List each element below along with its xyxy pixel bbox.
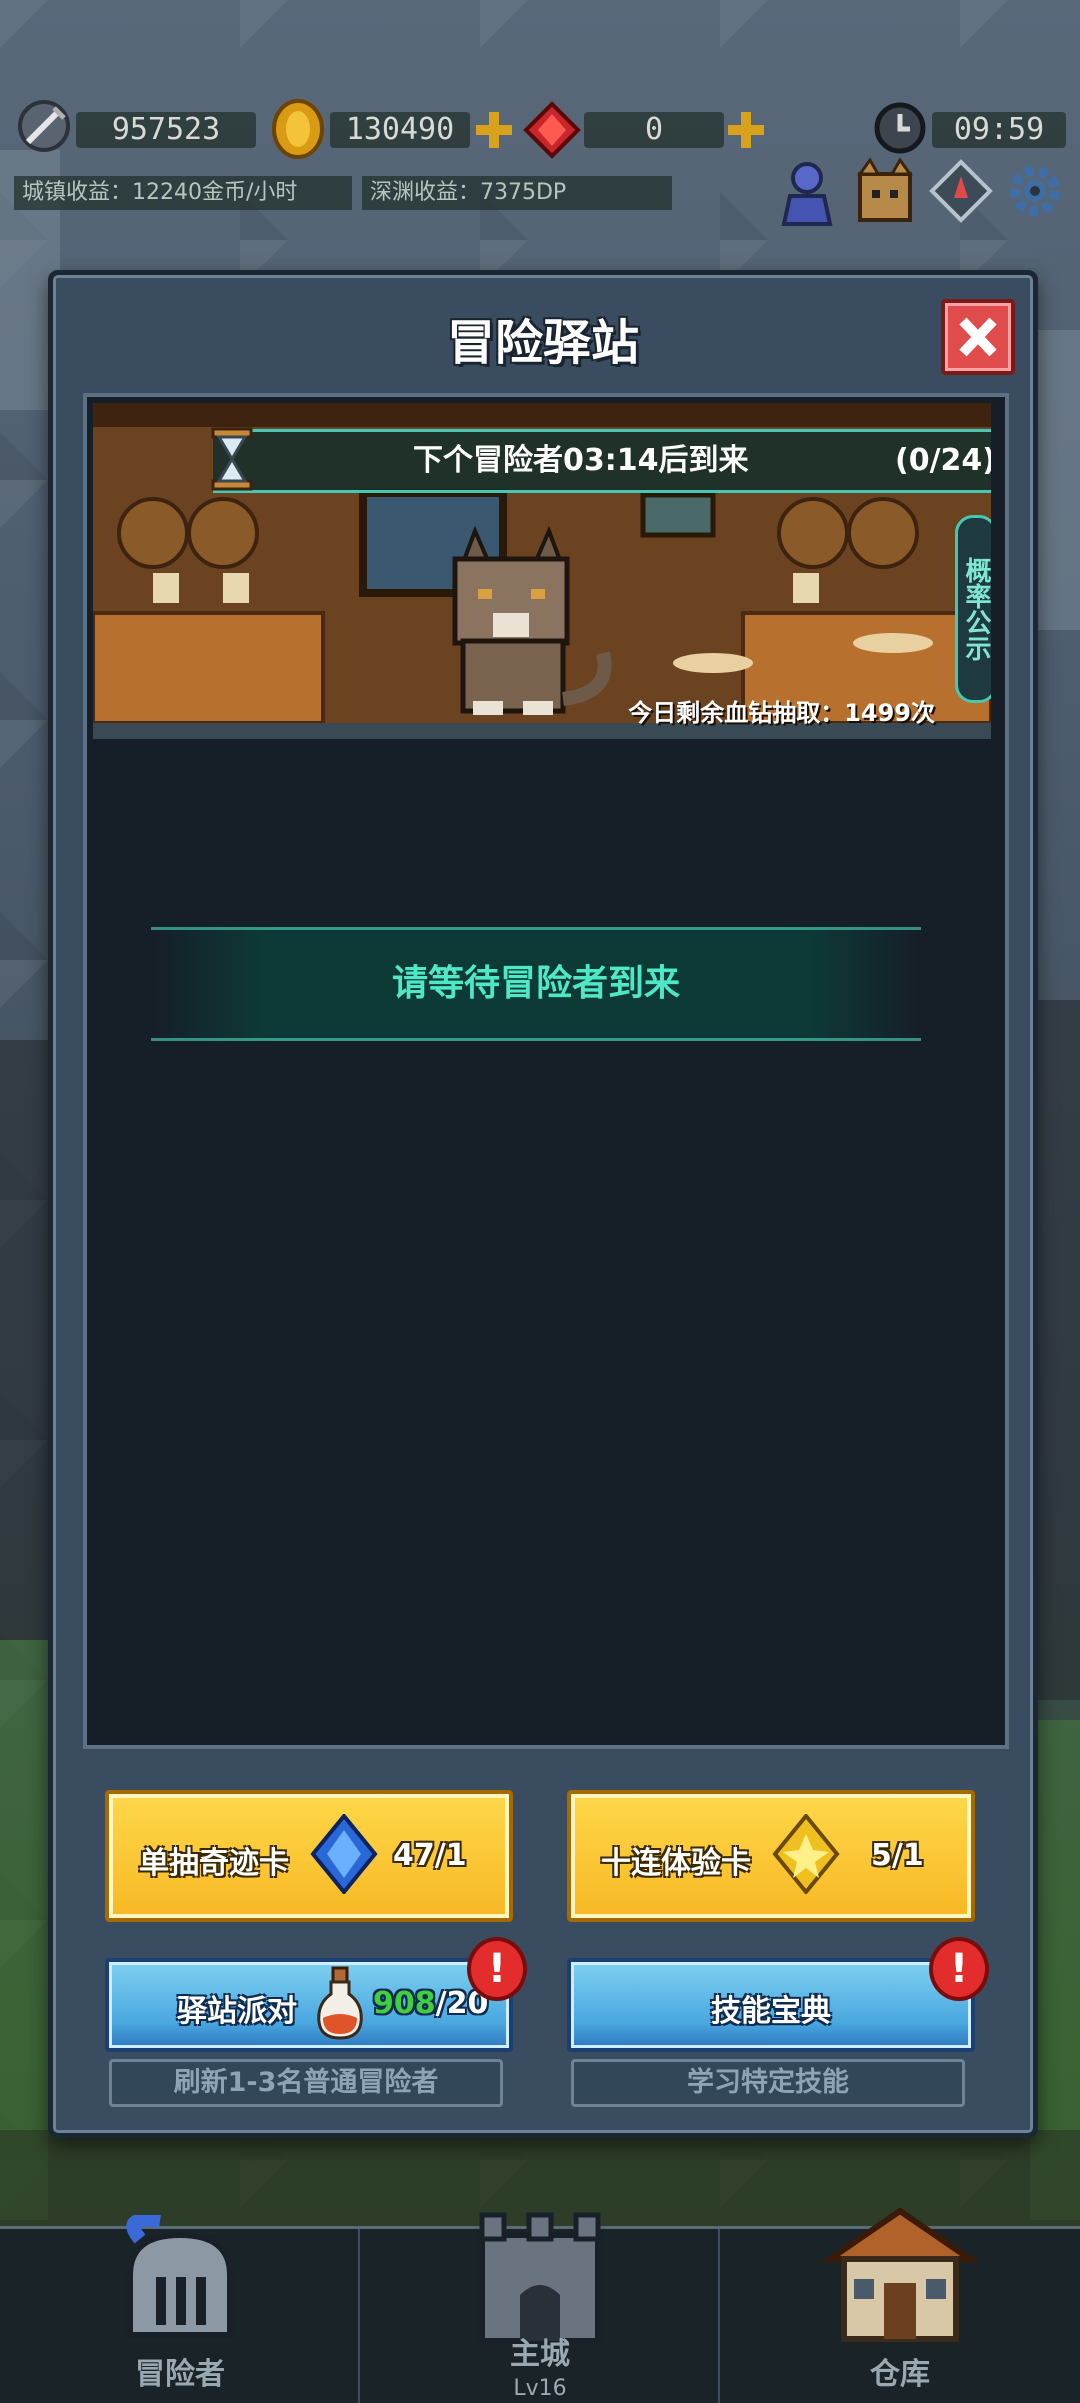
nav-main-city-level: Lv16: [513, 2376, 567, 2401]
single-draw-count: 47/1: [393, 1838, 467, 1873]
party-description: 刷新1-3名普通冒险者: [109, 2059, 503, 2107]
nav-warehouse[interactable]: 仓库: [720, 2207, 1080, 2403]
ten-draw-button[interactable]: 十连体验卡 5/1: [567, 1790, 975, 1922]
bottom-nav: 冒险者 主城 Lv16 仓库: [0, 2207, 1080, 2403]
arrival-timer-text: 下个冒险者03:14后到来: [413, 443, 749, 478]
nav-main-city-label: 主城: [510, 2337, 570, 2372]
town-income: 城镇收益：12240金币/小时: [14, 176, 352, 210]
gold-card-icon: [771, 1812, 841, 1896]
skill-description: 学习特定技能: [571, 2059, 965, 2107]
plus-icon[interactable]: [474, 108, 514, 152]
power-icon: [14, 96, 74, 156]
gear-icon[interactable]: [1002, 158, 1068, 224]
party-count: 908/20: [373, 1986, 488, 2021]
cat-helmet-icon[interactable]: [850, 156, 920, 228]
compass-icon[interactable]: [928, 158, 994, 224]
arrival-counter: (0/24): [895, 443, 991, 478]
skill-alert-badge: !: [929, 1937, 989, 2001]
gold-value: 130490: [330, 112, 470, 148]
close-icon: [959, 317, 997, 357]
close-button[interactable]: [941, 299, 1015, 375]
nav-adventurers-label: 冒险者: [135, 2357, 225, 2392]
plus-icon[interactable]: [726, 108, 766, 152]
dialog-title: 冒险驿站: [446, 315, 639, 371]
probability-tab[interactable]: 概率公示: [955, 515, 991, 703]
power-value: 957523: [76, 112, 256, 148]
warehouse-icon: [820, 2203, 980, 2343]
adventure-station-dialog: 冒险驿站 下个冒险者03:14后到来 (0/24) 概率公示 今日剩余血钻抽取：…: [48, 270, 1038, 2138]
party-count-current: 908: [373, 1986, 436, 2021]
potion-icon: [315, 1966, 365, 2042]
bg-wall: [0, 1040, 48, 1640]
abyss-income: 深渊收益：7375DP: [362, 176, 672, 210]
gem-value: 0: [584, 112, 724, 148]
adventurer-icon[interactable]: [776, 158, 838, 228]
clock-icon: [872, 100, 928, 156]
castle-icon: [470, 2205, 610, 2345]
ten-draw-count: 5/1: [871, 1838, 924, 1873]
ten-draw-label: 十连体验卡: [601, 1846, 751, 1881]
hourglass-icon: [207, 427, 257, 491]
gem-icon: [522, 100, 582, 160]
gold-coin-icon: [270, 98, 326, 160]
waiting-text: 请等待冒险者到来: [391, 963, 680, 1004]
waiting-banner: 请等待冒险者到来: [151, 927, 921, 1041]
party-label: 驿站派对: [177, 1994, 297, 2029]
skill-label: 技能宝典: [711, 1994, 831, 2029]
station-party-button[interactable]: 驿站派对 908/20: [105, 1958, 513, 2052]
single-draw-label: 单抽奇迹卡: [139, 1846, 289, 1881]
remaining-draws: 今日剩余血钻抽取：1499次: [628, 699, 935, 727]
single-draw-button[interactable]: 单抽奇迹卡 47/1: [105, 1790, 513, 1922]
nav-warehouse-label: 仓库: [870, 2357, 930, 2392]
clock-time: 09:59: [932, 112, 1066, 148]
tavern-banner: 下个冒险者03:14后到来 (0/24) 概率公示 今日剩余血钻抽取：1499次: [93, 403, 991, 739]
blue-card-icon: [309, 1812, 379, 1896]
skill-book-button[interactable]: 技能宝典: [567, 1958, 975, 2052]
party-alert-badge: !: [467, 1937, 527, 2001]
nav-adventurers[interactable]: 冒险者: [0, 2212, 360, 2403]
nav-main-city[interactable]: 主城 Lv16: [360, 2212, 720, 2403]
station-panel: 下个冒险者03:14后到来 (0/24) 概率公示 今日剩余血钻抽取：1499次…: [83, 393, 1009, 1749]
arrival-timer-bar: 下个冒险者03:14后到来 (0/24): [213, 429, 991, 493]
helmet-icon: [100, 2212, 250, 2345]
